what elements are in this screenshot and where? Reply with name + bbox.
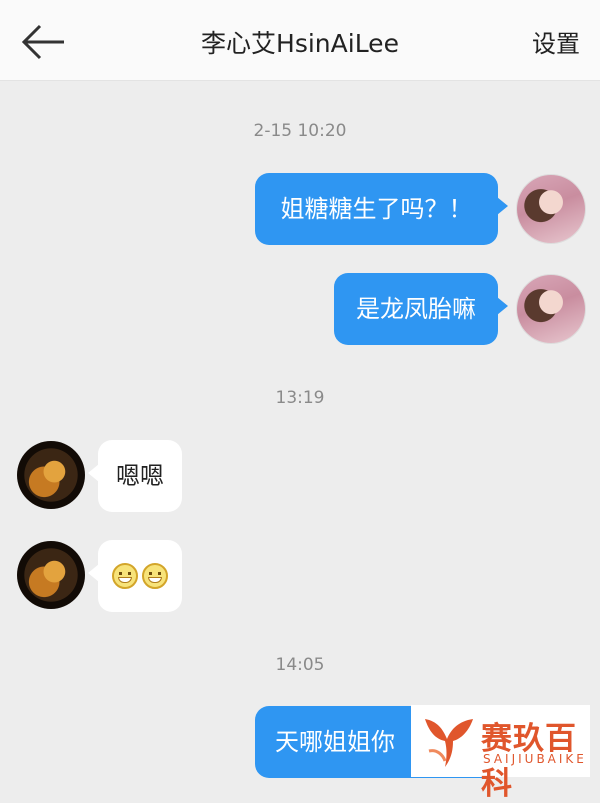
outgoing-message-bubble[interactable]: 姐糖糖生了吗？！ [255, 173, 508, 245]
message-text: 姐糖糖生了吗？！ [280, 195, 473, 223]
contact-avatar[interactable] [17, 441, 85, 509]
timestamp: 14:05 [275, 655, 325, 675]
grin-emoji-icon [142, 563, 168, 589]
self-avatar[interactable] [517, 275, 585, 343]
incoming-message-bubble[interactable]: 嗯嗯 [88, 440, 182, 512]
self-avatar[interactable] [517, 175, 585, 243]
top-bar: 李心艾HsinAiLee 设置 [0, 0, 600, 81]
message-text: 是龙凤胎嘛 [356, 295, 476, 323]
outgoing-message-bubble[interactable]: 是龙凤胎嘛 [334, 273, 508, 345]
chat-title: 李心艾HsinAiLee [201, 29, 399, 58]
watermark-text-en: SAIJIUBAIKE [483, 752, 587, 766]
contact-avatar[interactable] [17, 541, 85, 609]
incoming-message-bubble[interactable] [88, 540, 182, 612]
message-text: 天哪姐姐你 [275, 728, 395, 756]
timestamp: 13:19 [275, 388, 325, 408]
timestamp: 2-15 10:20 [253, 121, 347, 141]
watermark-logo: 赛玖百科 SAIJIUBAIKE [411, 705, 590, 802]
grin-emoji-icon [112, 563, 138, 589]
settings-button[interactable]: 设置 [532, 24, 580, 59]
message-text: 嗯嗯 [116, 462, 164, 490]
whale-tail-icon [425, 719, 473, 767]
